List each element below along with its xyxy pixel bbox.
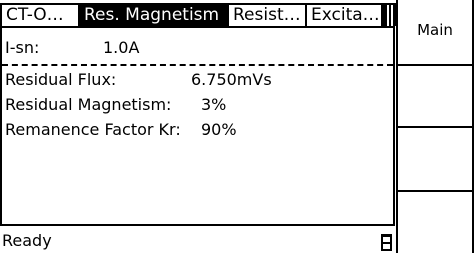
softkey-column: Main	[396, 0, 474, 253]
device-screen: CT-O… Res. Magnetism Resist… Excita… I-s…	[0, 0, 474, 253]
softkey-main-button[interactable]: Main	[396, 0, 474, 66]
softkey-3-button[interactable]	[396, 126, 474, 192]
tab-scroll-handle[interactable]	[383, 3, 396, 26]
dashed-divider	[2, 64, 393, 66]
status-text: Ready	[2, 231, 52, 250]
tab-resistance[interactable]: Resist…	[227, 3, 307, 26]
softkey-2-button[interactable]	[396, 64, 474, 128]
battery-icon	[381, 234, 392, 251]
residual-flux-value: 6.750mVs	[191, 70, 272, 89]
tab-ct-overview[interactable]: CT-O…	[0, 3, 80, 26]
isn-label: I-sn:	[5, 38, 40, 57]
residual-flux-label: Residual Flux:	[5, 70, 117, 89]
results-panel: I-sn: 1.0A Residual Flux: 6.750mVs Resid…	[0, 26, 395, 226]
softkey-main-label: Main	[417, 21, 453, 39]
tab-excitation[interactable]: Excita…	[305, 3, 383, 26]
residual-magnetism-label: Residual Magnetism:	[5, 95, 172, 114]
remanence-factor-value: 90%	[201, 120, 237, 139]
softkey-4-button[interactable]	[396, 190, 474, 253]
isn-value: 1.0A	[103, 38, 140, 57]
tab-bar: CT-O… Res. Magnetism Resist… Excita…	[0, 0, 396, 27]
tab-res-magnetism[interactable]: Res. Magnetism	[78, 3, 228, 26]
residual-magnetism-value: 3%	[201, 95, 227, 114]
status-bar: Ready	[0, 228, 397, 253]
remanence-factor-label: Remanence Factor Kr:	[5, 120, 181, 139]
